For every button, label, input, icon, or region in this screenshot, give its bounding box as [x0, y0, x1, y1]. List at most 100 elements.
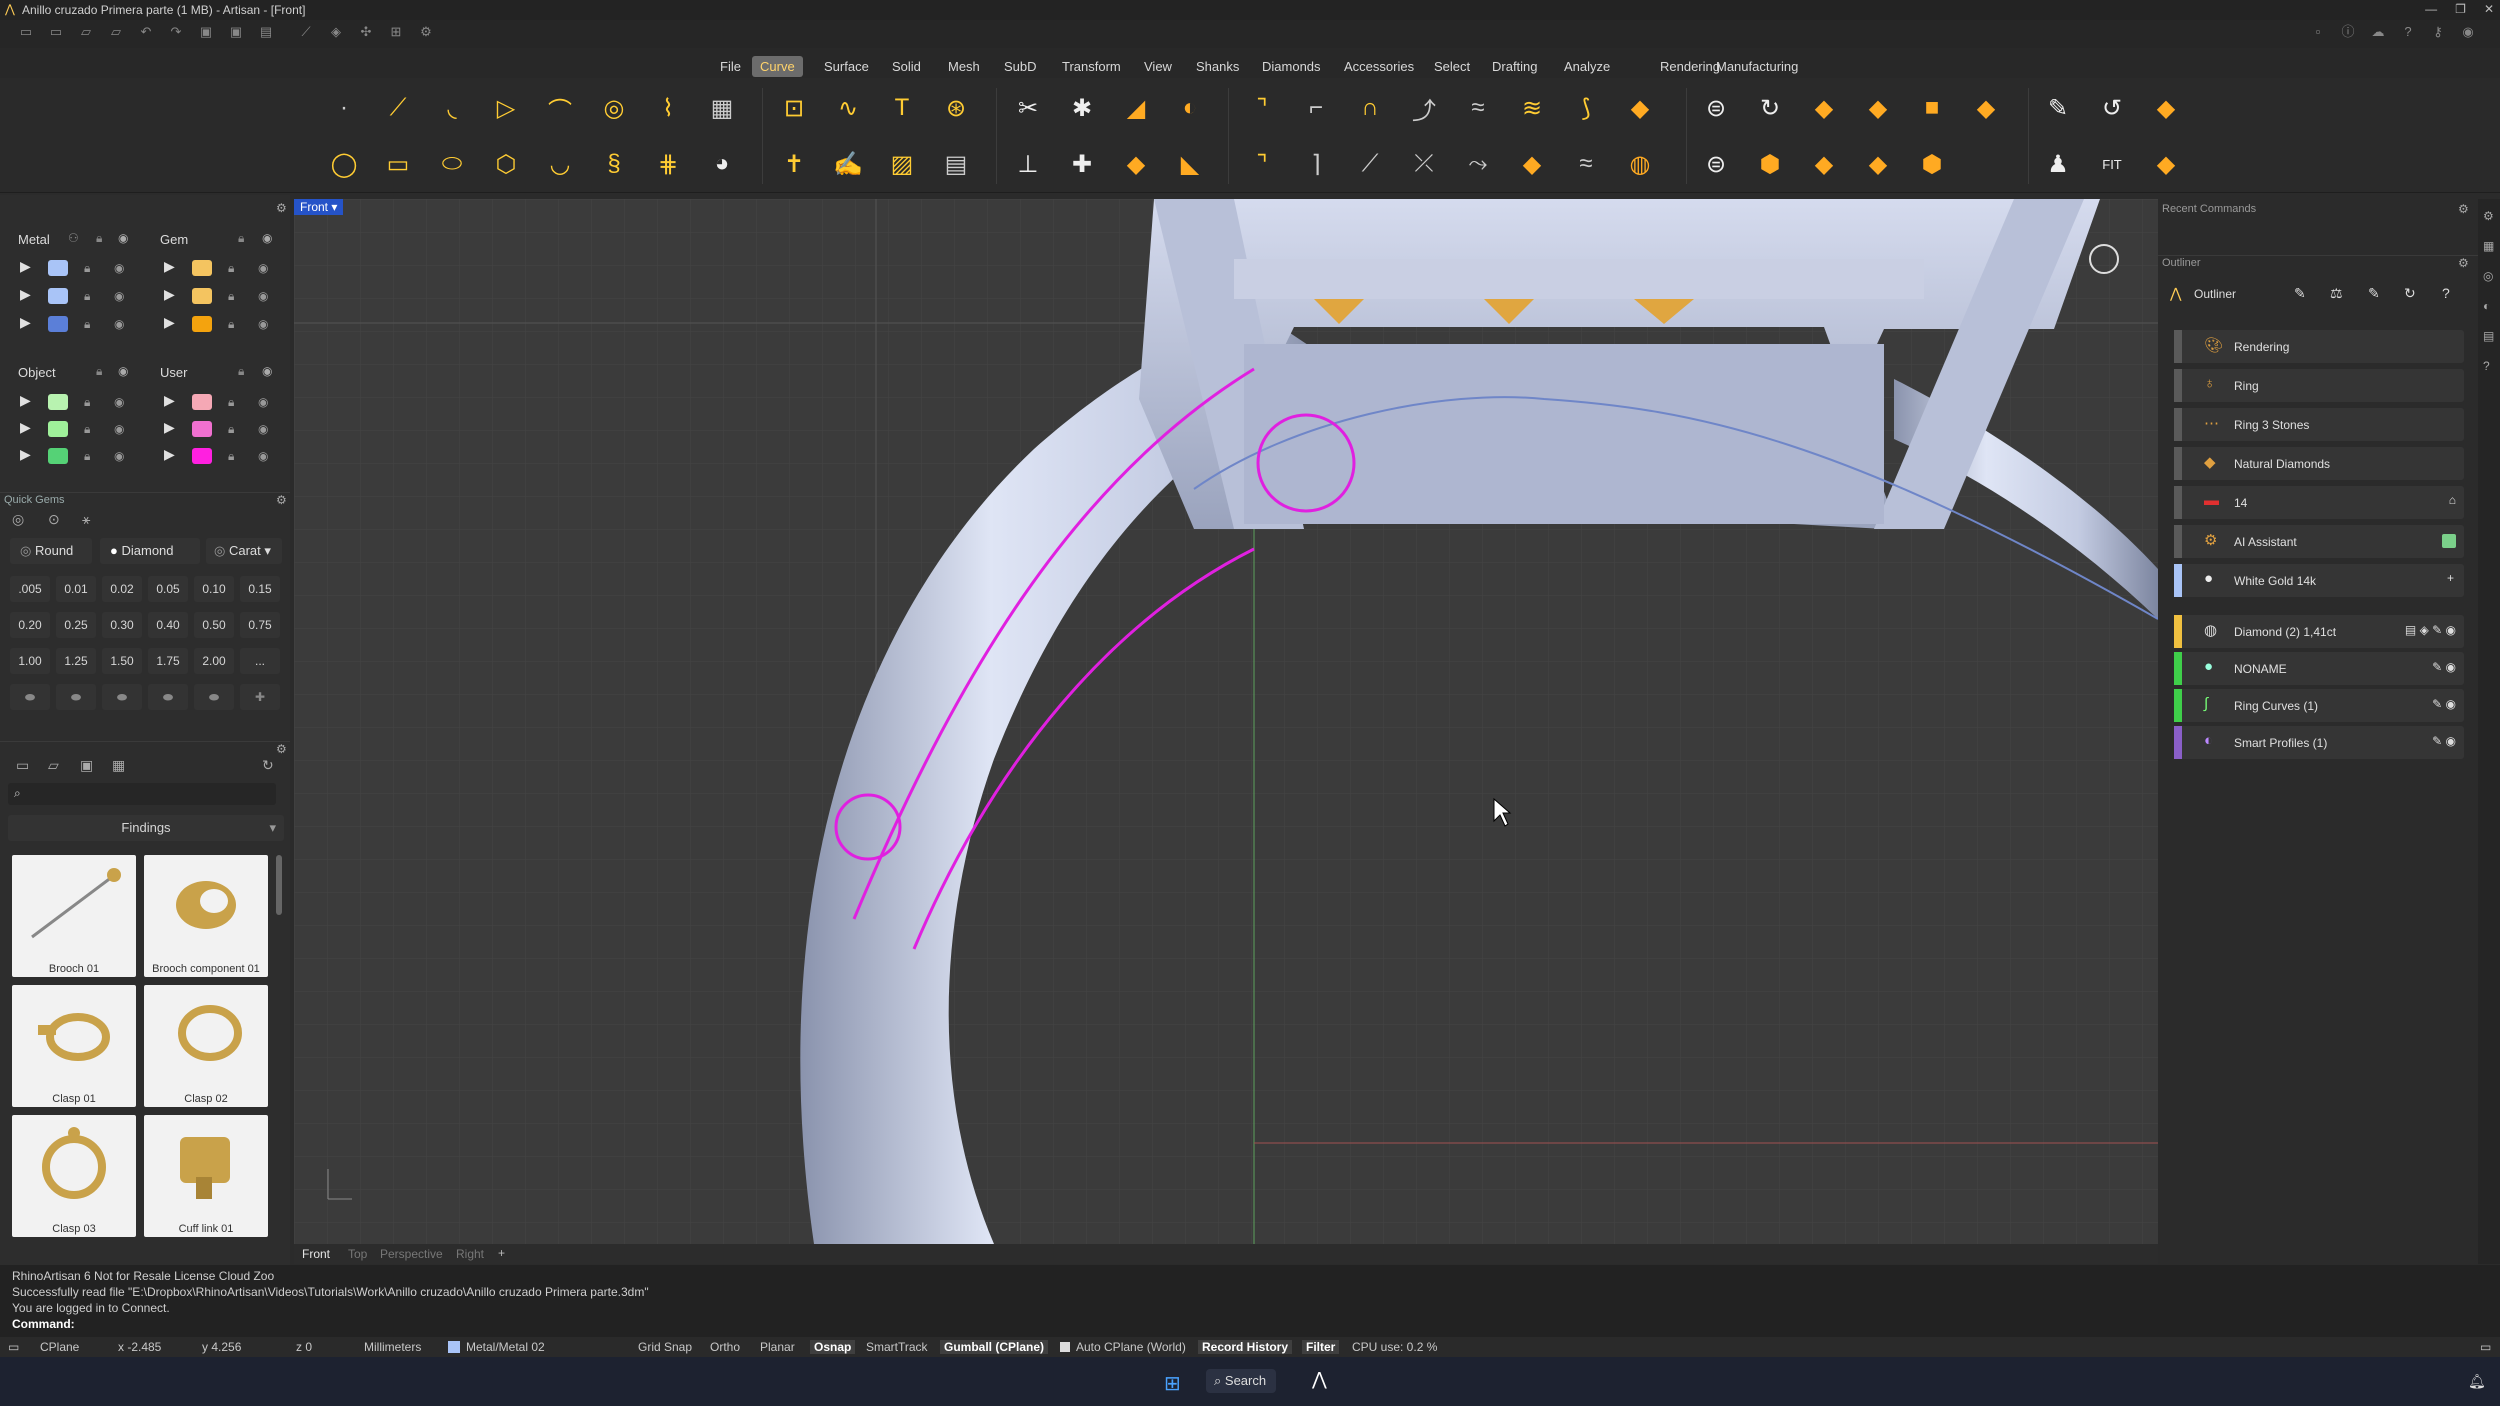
object-play-icon[interactable]: ▶	[20, 446, 31, 463]
eye-icon[interactable]: ◉	[258, 289, 268, 303]
library-icon[interactable]: ▤	[2483, 329, 2494, 343]
eye-icon[interactable]: ◉	[114, 449, 124, 463]
gem-play-icon[interactable]: ▶	[164, 286, 175, 303]
notification-icon[interactable]: 🔔︎	[2468, 1373, 2486, 1390]
cv-curve-icon[interactable]: ⌒	[538, 86, 582, 130]
settings-icon[interactable]: ⚙	[418, 24, 434, 40]
point-icon[interactable]: ·	[322, 86, 366, 130]
undo-icon[interactable]: ↶	[138, 24, 154, 40]
lock-icon[interactable]: 🔒︎	[84, 317, 90, 332]
library-folder-open-icon[interactable]: ▱	[48, 757, 59, 774]
gem-round-icon[interactable]: ◎	[12, 511, 24, 528]
chamfer-icon[interactable]: ⌝	[1240, 142, 1284, 186]
person-icon[interactable]: ♟	[2036, 142, 2080, 186]
lock-icon[interactable]: 🔒︎	[228, 289, 234, 304]
object-swatch-3[interactable]	[48, 448, 68, 464]
size-button[interactable]: 1.25	[56, 648, 96, 674]
size-button[interactable]: 0.01	[56, 576, 96, 602]
user-icon[interactable]: ◉	[2460, 24, 2476, 40]
outliner-item-ai-assistant[interactable]: ⚙ AI Assistant	[2174, 525, 2464, 558]
metal-play-icon[interactable]: ▶	[20, 314, 31, 331]
extrude-icon[interactable]: ◣	[1168, 142, 1212, 186]
object-play-icon[interactable]: ▶	[20, 419, 31, 436]
size-button[interactable]: 0.25	[56, 612, 96, 638]
tab-front[interactable]: Front	[302, 1247, 330, 1261]
properties-icon[interactable]: ⚙	[2483, 209, 2494, 223]
bake-icon[interactable]: ◍	[1618, 142, 1662, 186]
menu-surface[interactable]: Surface	[816, 56, 877, 77]
refresh-icon[interactable]: ↻	[2404, 285, 2416, 302]
match-curve-icon[interactable]: ≈	[1456, 86, 1500, 130]
gem-swatch-1[interactable]	[192, 260, 212, 276]
hexagon-icon[interactable]: ⬢	[1910, 142, 1954, 186]
menu-manufacturing[interactable]: Manufacturing	[1708, 56, 1806, 77]
size-button[interactable]: 1.00	[10, 648, 50, 674]
status-auto-cplane[interactable]: Auto CPlane (World)	[1076, 1340, 1186, 1354]
status-gumball[interactable]: Gumball (CPlane)	[940, 1340, 1049, 1354]
lock-icon[interactable]: 🔒︎	[84, 395, 90, 410]
auto-cplane-checkbox[interactable]	[1060, 1342, 1070, 1352]
rectangle-icon[interactable]: ▭	[376, 142, 420, 186]
cloud-icon[interactable]: ☁	[2370, 24, 2386, 40]
user-swatch-1[interactable]	[192, 394, 212, 410]
metal-swatch-3[interactable]	[48, 316, 68, 332]
fillet-icon[interactable]: ⌝	[1240, 86, 1284, 130]
eye-icon[interactable]: ◉	[258, 395, 268, 409]
help-icon[interactable]: ?	[2442, 285, 2450, 301]
diamond-tool-icon[interactable]: ◆	[2144, 142, 2188, 186]
eye-icon[interactable]: ◉	[114, 289, 124, 303]
outliner-item-ring-curves[interactable]: ∫ Ring Curves (1) ✎ ◉	[2174, 689, 2464, 722]
outliner-item-14[interactable]: ▬ 14 ⌂	[2174, 486, 2464, 519]
panel-settings-icon[interactable]: ⚙	[276, 201, 287, 215]
frame-icon[interactable]: ▤	[934, 142, 978, 186]
ai-status-badge[interactable]	[2442, 534, 2456, 548]
command-prompt[interactable]: Command:	[12, 1317, 75, 1331]
outliner-settings-icon[interactable]: ⚙	[2458, 256, 2469, 270]
setting-icon[interactable]: ◆	[1802, 142, 1846, 186]
taskbar-search[interactable]: ⌕ Search	[1206, 1369, 1276, 1393]
gem-cut-icon[interactable]: ✚	[240, 684, 280, 710]
gem-play-icon[interactable]: ▶	[164, 258, 175, 275]
template-icon[interactable]: ▭	[48, 24, 64, 40]
library-item[interactable]: Brooch component 01	[144, 855, 268, 977]
triangle-curve-icon[interactable]: ▷	[484, 86, 528, 130]
menu-analyze[interactable]: Analyze	[1556, 56, 1618, 77]
surface-tool-icon[interactable]: ◆	[1114, 142, 1158, 186]
status-units[interactable]: Millimeters	[364, 1340, 421, 1354]
artisan-taskbar-icon[interactable]: ⋀	[1312, 1369, 1327, 1390]
helix-icon[interactable]: ⌇	[646, 86, 690, 130]
gem-swatch-3[interactable]	[192, 316, 212, 332]
outliner-item-ring-3-stones[interactable]: ⋯ Ring 3 Stones	[2174, 408, 2464, 441]
size-button[interactable]: ...	[240, 648, 280, 674]
pave-icon[interactable]: ◆	[1856, 142, 1900, 186]
outliner-item-ring[interactable]: ♁ Ring	[2174, 369, 2464, 402]
lock-icon[interactable]: 🔒︎	[228, 261, 234, 276]
flow-icon[interactable]: ≈	[1564, 142, 1608, 186]
measure-icon[interactable]: ⟋	[298, 24, 314, 40]
extend-icon[interactable]: ◢	[1114, 86, 1158, 130]
viewport-front[interactable]: Front ▾	[294, 199, 2158, 1244]
panel-toggle-right-icon[interactable]: ▭	[2480, 1340, 2491, 1354]
metal-play-icon[interactable]: ▶	[20, 286, 31, 303]
polyline-icon[interactable]: ◟	[430, 86, 474, 130]
eye-icon[interactable]: ◉	[114, 422, 124, 436]
save-icon[interactable]: ▣	[198, 24, 214, 40]
render-icon[interactable]: ◎	[2483, 269, 2493, 283]
size-button[interactable]: 0.20	[10, 612, 50, 638]
metal-play-icon[interactable]: ▶	[20, 258, 31, 275]
size-button[interactable]: 0.05	[148, 576, 188, 602]
lock-icon[interactable]: 🔒︎	[228, 449, 234, 464]
user-swatch-3[interactable]	[192, 448, 212, 464]
gem-material-select[interactable]: ● Diamond	[100, 538, 200, 564]
size-button[interactable]: 0.15	[240, 576, 280, 602]
image-icon[interactable]: ▨	[880, 142, 924, 186]
object-play-icon[interactable]: ▶	[20, 392, 31, 409]
windows-start-icon[interactable]: ⊞	[1164, 1371, 1181, 1396]
lock-icon[interactable]: 🔒︎	[84, 449, 90, 464]
library-item[interactable]: Clasp 03	[12, 1115, 136, 1237]
metal-lock-icon[interactable]: 🔒︎	[96, 231, 102, 246]
lock-icon[interactable]: 🔒︎	[228, 422, 234, 437]
ring-profile-icon[interactable]: ↻	[1748, 86, 1792, 130]
outliner-item-smart-profiles[interactable]: ◐ Smart Profiles (1) ✎ ◉	[2174, 726, 2464, 759]
gem-cut-icon[interactable]: ⬬	[194, 684, 234, 710]
